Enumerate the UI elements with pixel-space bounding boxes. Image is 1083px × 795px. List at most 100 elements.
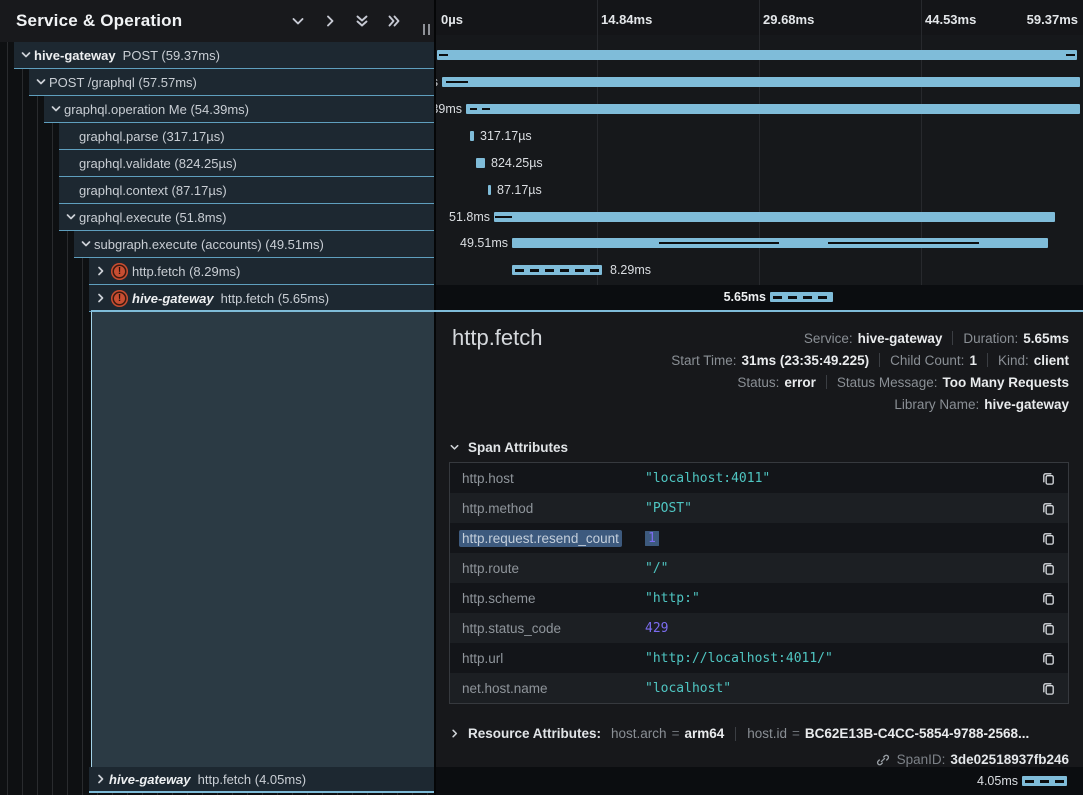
copy-icon[interactable]	[1038, 471, 1056, 486]
span-bar[interactable]	[512, 238, 1048, 248]
copy-icon[interactable]	[1038, 501, 1056, 516]
copy-icon[interactable]	[1038, 531, 1056, 546]
span-bar[interactable]	[470, 131, 474, 141]
attribute-row[interactable]: http.route "/"	[450, 553, 1068, 583]
span-attributes-title: Span Attributes	[468, 440, 568, 455]
span-label: subgraph.execute (accounts) (49.51ms)	[94, 237, 324, 252]
span-label: graphql.parse (317.17µs)	[79, 129, 225, 144]
resource-attributes[interactable]: Resource Attributes: host.arch = arm64 h…	[449, 726, 1069, 741]
service-operation-panel: hive-gateway POST (59.37ms) POST /graphql…	[0, 0, 434, 795]
tree-row-graphql-execute[interactable]: graphql.execute (51.8ms)	[59, 204, 434, 231]
span-tree: hive-gateway POST (59.37ms) POST /graphql…	[0, 42, 434, 312]
axis-tick: 0µs	[441, 12, 463, 27]
meta-label: Start Time:	[671, 353, 736, 368]
attribute-row[interactable]: net.host.name "localhost"	[450, 673, 1068, 703]
service-name: hive-gateway	[132, 291, 214, 306]
tree-row-http-fetch-1[interactable]: ! http.fetch (8.29ms)	[89, 258, 434, 285]
attribute-key: net.host.name	[462, 681, 645, 696]
span-duration-label: 51.8ms	[449, 211, 490, 223]
span-label: graphql.operation Me (54.39ms)	[64, 102, 249, 117]
attribute-row[interactable]: http.scheme "http:"	[450, 583, 1068, 613]
span-duration-label: 8.29ms	[610, 264, 651, 276]
expand-one-icon[interactable]	[322, 13, 338, 29]
chevron-right-icon[interactable]	[93, 292, 109, 304]
span-bar-selected[interactable]	[770, 292, 833, 302]
span-detail-panel: http.fetch Service: hive-gateway Duratio…	[436, 312, 1083, 767]
meta-label: Status:	[737, 375, 779, 390]
span-bar[interactable]	[488, 185, 491, 195]
collapse-one-icon[interactable]	[290, 13, 306, 29]
tree-row-graphql-validate[interactable]: graphql.validate (824.25µs)	[59, 150, 434, 177]
tree-row-graphql-parse[interactable]: graphql.parse (317.17µs)	[59, 123, 434, 150]
span-label: graphql.context (87.17µs)	[79, 183, 227, 198]
attribute-row[interactable]: http.status_code 429	[450, 613, 1068, 643]
tree-row-http-fetch-2-selected[interactable]: ! hive-gatewayhttp.fetch (5.65ms)	[89, 285, 434, 312]
copy-icon[interactable]	[1038, 681, 1056, 696]
chevron-down-icon[interactable]	[48, 103, 64, 115]
expanded-span-region	[91, 312, 434, 767]
tree-row-graphql-context[interactable]: graphql.context (87.17µs)	[59, 177, 434, 204]
attribute-key: http.host	[462, 471, 645, 486]
resource-key: host.id	[747, 726, 787, 741]
copy-icon[interactable]	[1038, 591, 1056, 606]
attribute-row[interactable]: http.host "localhost:4011"	[450, 463, 1068, 493]
meta-label: Duration:	[963, 331, 1018, 346]
span-duration-label: 317.17µs	[480, 130, 532, 142]
attribute-key: http.status_code	[462, 621, 645, 636]
span-label: POST (59.37ms)	[123, 48, 220, 63]
panel-resize-handle[interactable]	[423, 24, 430, 35]
span-bar[interactable]	[442, 77, 1080, 87]
expand-all-icon[interactable]	[386, 13, 402, 29]
service-name: hive-gateway	[34, 48, 116, 63]
chevron-down-icon[interactable]	[33, 76, 49, 88]
attribute-value: "http:"	[645, 591, 1038, 606]
chevron-down-icon[interactable]	[63, 211, 79, 223]
span-label: http.fetch (8.29ms)	[132, 264, 240, 279]
tree-row-http-fetch-3[interactable]: hive-gatewayhttp.fetch (4.05ms)	[89, 767, 434, 793]
attribute-row[interactable]: http.url "http://localhost:4011/"	[450, 643, 1068, 673]
panel-title: Service & Operation	[16, 11, 182, 31]
chevron-right-icon[interactable]	[93, 265, 109, 277]
trace-viewer: 0µs 14.84ms 29.68ms 44.53ms 59.37ms 57.5…	[0, 0, 1083, 795]
meta-label: Status Message:	[837, 375, 938, 390]
span-bar[interactable]	[512, 265, 602, 275]
tree-row-post-graphql[interactable]: POST /graphql (57.57ms)	[29, 69, 434, 96]
meta-label: Child Count:	[890, 353, 964, 368]
span-label: POST /graphql (57.57ms)	[49, 75, 197, 90]
attribute-row[interactable]: http.method "POST"	[450, 493, 1068, 523]
copy-icon[interactable]	[1038, 621, 1056, 636]
span-bar[interactable]	[1022, 776, 1067, 786]
span-duration-label: 87.17µs	[497, 184, 542, 196]
span-bar[interactable]	[494, 212, 1055, 222]
span-id[interactable]: SpanID: 3de02518937fb246	[876, 752, 1069, 767]
attribute-key: http.route	[462, 561, 645, 576]
axis-tick: 44.53ms	[925, 12, 976, 27]
equals-sign: =	[672, 726, 680, 741]
meta-value: error	[784, 375, 816, 390]
tree-row-subgraph-execute[interactable]: subgraph.execute (accounts) (49.51ms)	[74, 231, 434, 258]
span-duration-label: 57.57ms	[436, 76, 438, 88]
chevron-down-icon	[449, 442, 460, 453]
collapse-all-icon[interactable]	[354, 13, 370, 29]
attribute-row-selected[interactable]: http.request.resend_count 1	[450, 523, 1068, 553]
axis-tick: 14.84ms	[601, 12, 652, 27]
copy-icon[interactable]	[1038, 561, 1056, 576]
chevron-down-icon[interactable]	[18, 49, 34, 61]
span-attributes-header[interactable]: Span Attributes	[449, 440, 568, 455]
chevron-right-icon[interactable]	[93, 773, 109, 785]
span-bar[interactable]	[466, 104, 1080, 114]
tree-row-graphql-operation[interactable]: graphql.operation Me (54.39ms)	[44, 96, 434, 123]
attribute-value: "localhost:4011"	[645, 471, 1038, 486]
chevron-down-icon[interactable]	[78, 238, 94, 250]
meta-value: Too Many Requests	[942, 375, 1069, 390]
meta-value: 1	[969, 353, 977, 368]
tree-row-hive-gateway-post[interactable]: hive-gateway POST (59.37ms)	[14, 42, 434, 69]
attribute-value: "/"	[645, 561, 1038, 576]
copy-icon[interactable]	[1038, 651, 1056, 666]
span-attributes-table: http.host "localhost:4011" http.method "…	[449, 462, 1069, 704]
attribute-value: "http://localhost:4011/"	[645, 651, 1038, 666]
span-bar[interactable]	[437, 50, 1077, 60]
meta-value: hive-gateway	[858, 331, 943, 346]
span-duration-label: 824.25µs	[491, 157, 543, 169]
span-bar[interactable]	[476, 158, 485, 168]
